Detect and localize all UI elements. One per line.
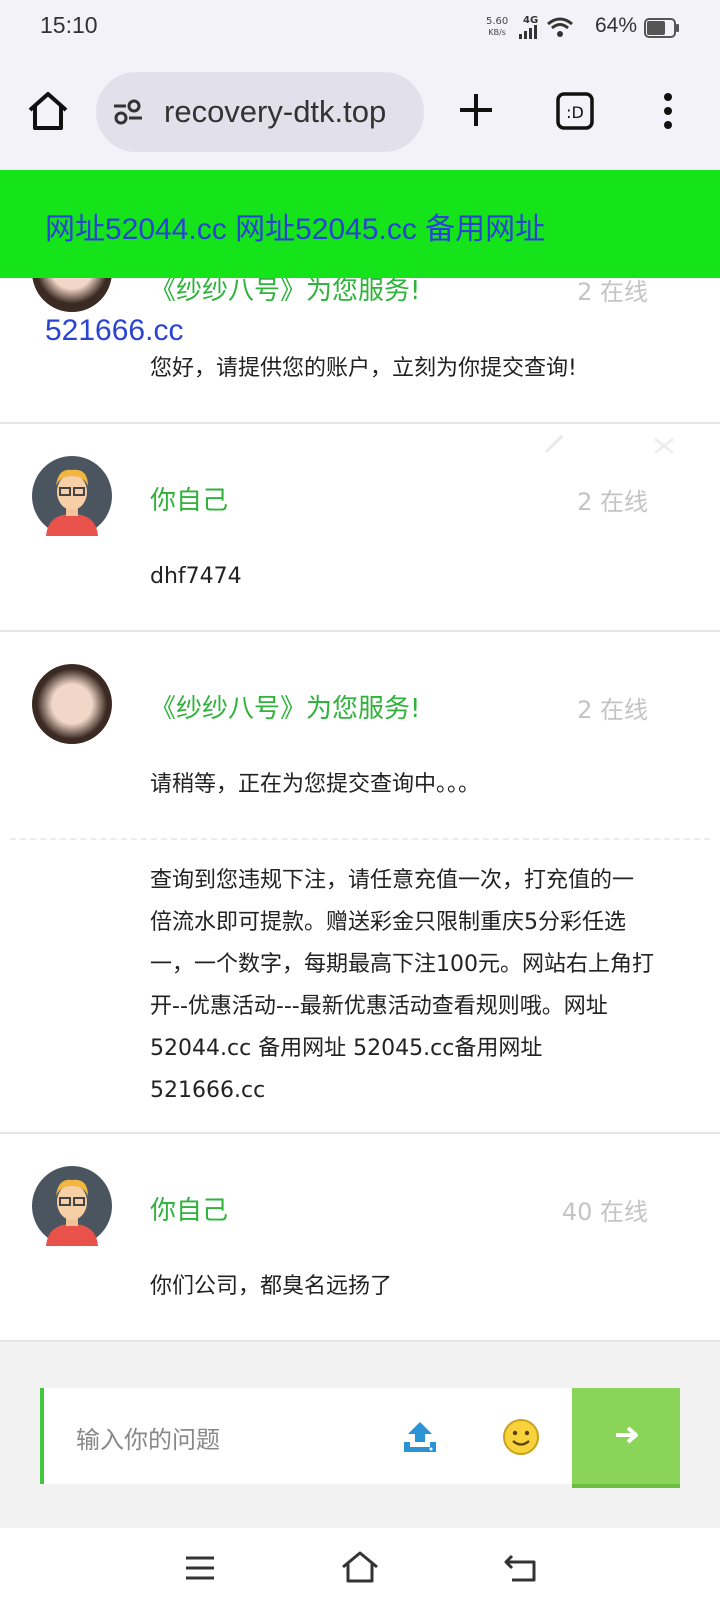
agent-avatar (32, 664, 112, 744)
battery-percent: 64% (595, 14, 638, 37)
wifi-icon (547, 17, 573, 37)
battery-icon (644, 18, 679, 38)
svg-text::D: :D (566, 103, 584, 122)
nav-home-icon[interactable] (340, 1550, 380, 1584)
message-dashed-divider (10, 838, 710, 840)
message-text: 您好，请提供您的账户，立刻为你提交查询! (150, 356, 577, 381)
plus-icon[interactable] (458, 92, 494, 128)
online-count: 2 在线 (577, 696, 648, 724)
message-text: 请稍等，正在为您提交查询中。。。 (150, 772, 481, 797)
message-text: 查询到您违规下注，请任意充值一次，打充值的一倍流水即可提款。赠送彩金只限制重庆5… (150, 868, 654, 1103)
arrow-right-icon[interactable] (614, 1424, 642, 1446)
tab-switcher-icon[interactable]: :D (556, 92, 594, 130)
home-icon[interactable] (26, 90, 70, 132)
more-vert-icon[interactable] (662, 92, 674, 130)
smiley-icon[interactable] (502, 1418, 540, 1456)
banner-line-2: 521666.cc (45, 314, 184, 347)
status-time: 15:10 (40, 12, 98, 38)
close-watermark-icon (654, 437, 674, 455)
banner-line-1: 网址52044.cc 网址52045.cc 备用网址 (45, 213, 546, 246)
edit-watermark-icon (544, 434, 564, 454)
back-icon[interactable] (502, 1552, 538, 1584)
online-count: 40 在线 (561, 1198, 648, 1226)
net-speed: 5.60 KB/s (486, 16, 508, 38)
signal-icon (519, 25, 537, 39)
message-divider (0, 422, 720, 424)
user-name: 你自己 (150, 486, 229, 516)
user-avatar (32, 1166, 112, 1246)
menu-icon[interactable] (184, 1554, 216, 1582)
message-text: dhf7474 (150, 564, 242, 589)
net-speed-unit: KB/s (488, 28, 506, 37)
net-speed-value: 5.60 (486, 16, 509, 27)
message-text: 你们公司，都臭名远扬了 (150, 1274, 393, 1299)
agent-name: 《纱纱八号》为您服务! (150, 694, 421, 724)
user-name: 你自己 (150, 1196, 229, 1226)
url-text[interactable]: recovery-dtk.top (164, 94, 386, 130)
online-count: 2 在线 (577, 488, 648, 516)
message-divider (0, 630, 720, 632)
input-placeholder[interactable]: 输入你的问题 (76, 1420, 220, 1455)
user-avatar (32, 456, 112, 536)
message-divider (0, 1132, 720, 1134)
upload-icon[interactable] (402, 1420, 438, 1454)
site-settings-icon[interactable] (112, 98, 144, 126)
